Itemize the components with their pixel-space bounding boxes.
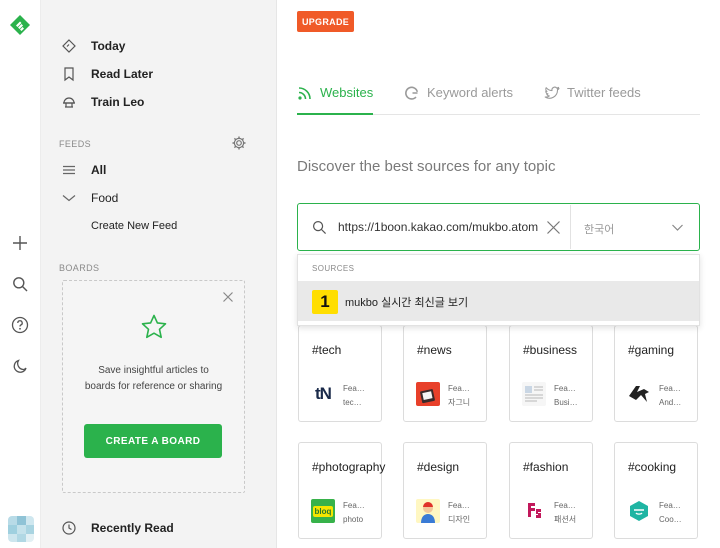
sidebar-item-label: Read Later	[91, 67, 154, 81]
create-board-button[interactable]: CREATE A BOARD	[84, 424, 222, 458]
main-panel: UPGRADE Websites Keyword alerts Twitter …	[277, 0, 720, 548]
sidebar-item-food[interactable]: Food	[41, 184, 277, 212]
leo-icon	[61, 94, 77, 110]
tab-websites[interactable]: Websites	[297, 80, 374, 115]
close-icon[interactable]	[222, 290, 234, 302]
topic-card-gaming[interactable]: #gaming Fea… And…	[614, 325, 698, 422]
topic-name: #tech	[312, 343, 342, 357]
topic-feed-text: Fea… Busi…	[554, 384, 578, 407]
topic-name: #gaming	[628, 343, 675, 357]
source-suggestion-label: mukbo 실시간 최신글 보기	[345, 297, 469, 309]
sidebar-item-label: Train Leo	[91, 95, 145, 109]
topic-feed-text: Fea… Coo…	[659, 501, 682, 524]
help-icon[interactable]	[10, 315, 30, 335]
chevron-down-icon[interactable]	[671, 221, 684, 234]
source-suggestion-item[interactable]: 1 mukbo 실시간 최신글 보기	[298, 281, 699, 321]
sidebar: Today Read Later Train Leo FEEDS All Foo…	[41, 0, 291, 548]
rss-icon	[297, 85, 313, 101]
topic-name: #design	[417, 460, 460, 474]
tab-keyword-alerts[interactable]: Keyword alerts	[404, 80, 513, 115]
twitter-icon	[544, 85, 560, 101]
feed-logo-icon	[627, 382, 651, 406]
feed-logo-icon	[627, 499, 651, 523]
sidebar-item-recently-read[interactable]: Recently Read	[41, 514, 277, 542]
topic-name: #business	[523, 343, 578, 357]
upgrade-button[interactable]: UPGRADE	[297, 11, 354, 32]
topic-feed-text: Fea… 자그니	[448, 384, 471, 407]
avatar[interactable]	[8, 516, 34, 542]
sidebar-item-label: All	[91, 163, 107, 177]
left-rail	[0, 0, 41, 548]
feed-logo-icon	[416, 382, 440, 406]
clock-icon	[61, 520, 77, 536]
feedly-logo-icon[interactable]	[9, 14, 31, 36]
sidebar-item-label: Food	[91, 191, 119, 205]
topic-name: #news	[417, 343, 452, 357]
topic-card-news[interactable]: #news Fea… 자그니	[403, 325, 487, 422]
topic-feed-text: Fea… 디자인	[448, 501, 471, 524]
topic-card-fashion[interactable]: #fashion Fea… 패션서	[509, 442, 593, 539]
topic-card-tech[interactable]: #tech tN Fea… tec…	[298, 325, 382, 422]
sidebar-item-read-later[interactable]: Read Later	[41, 60, 277, 88]
clear-icon[interactable]	[546, 220, 561, 235]
chevron-down-icon[interactable]	[61, 190, 77, 206]
feed-logo-icon	[522, 499, 546, 523]
star-icon	[140, 313, 168, 341]
sidebar-item-label: Create New Feed	[91, 220, 178, 232]
search-icon[interactable]	[10, 274, 30, 294]
source-tabs: Websites Keyword alerts Twitter feeds	[297, 80, 700, 115]
bookmark-icon	[61, 66, 77, 82]
search-input[interactable]: https://1boon.kakao.com/mukbo.atom	[338, 220, 542, 234]
boards-section-title: BOARDS	[59, 263, 100, 273]
topic-card-business[interactable]: #business Fea… Busi…	[509, 325, 593, 422]
topic-card-cooking[interactable]: #cooking Fea… Coo…	[614, 442, 698, 539]
sidebar-item-label: Today	[91, 39, 126, 53]
feed-logo-icon: bloq	[311, 499, 335, 523]
search-divider	[570, 205, 571, 249]
add-icon[interactable]	[10, 233, 30, 253]
sidebar-item-label: Recently Read	[91, 521, 174, 535]
topic-feed-text: Fea… tec…	[343, 384, 365, 407]
source-search-box[interactable]: https://1boon.kakao.com/mukbo.atom 한국어	[297, 203, 700, 251]
today-icon	[61, 38, 77, 54]
topic-name: #fashion	[523, 460, 569, 474]
board-promo-card: Save insightful articles to boards for r…	[62, 280, 245, 493]
source-logo: 1	[312, 290, 338, 314]
topic-feed-text: Fea… And…	[659, 384, 682, 407]
feed-logo-icon: tN	[315, 384, 332, 403]
feed-logo-icon	[416, 499, 440, 523]
sidebar-item-all[interactable]: All	[41, 156, 277, 184]
create-new-feed-link[interactable]: Create New Feed	[41, 212, 277, 240]
topic-feed-text: Fea… photo	[343, 501, 365, 524]
language-select[interactable]: 한국어	[584, 221, 614, 237]
feed-logo-icon	[522, 382, 546, 406]
sidebar-item-train-leo[interactable]: Train Leo	[41, 88, 277, 116]
search-icon	[312, 220, 327, 235]
dropdown-section-title: SOURCES	[312, 264, 355, 273]
board-promo-text: Save insightful articles to boards for r…	[84, 365, 223, 392]
page-title: Discover the best sources for any topic	[297, 158, 556, 175]
topic-name: #photography	[312, 460, 386, 474]
gear-icon[interactable]	[231, 135, 247, 151]
sidebar-item-today[interactable]: Today	[41, 32, 277, 60]
tab-twitter-feeds[interactable]: Twitter feeds	[544, 80, 641, 115]
moon-icon[interactable]	[10, 356, 30, 376]
list-icon	[61, 162, 77, 178]
topic-card-photography[interactable]: #photography bloq Fea… photo	[298, 442, 386, 539]
feeds-section-title: FEEDS	[59, 139, 92, 149]
topic-feed-text: Fea… 패션서	[554, 501, 577, 524]
topic-card-design[interactable]: #design Fea… 디자인	[403, 442, 487, 539]
google-icon	[404, 85, 420, 101]
topic-name: #cooking	[628, 460, 677, 474]
source-suggestions-dropdown: SOURCES 1 mukbo 실시간 최신글 보기	[297, 254, 700, 326]
